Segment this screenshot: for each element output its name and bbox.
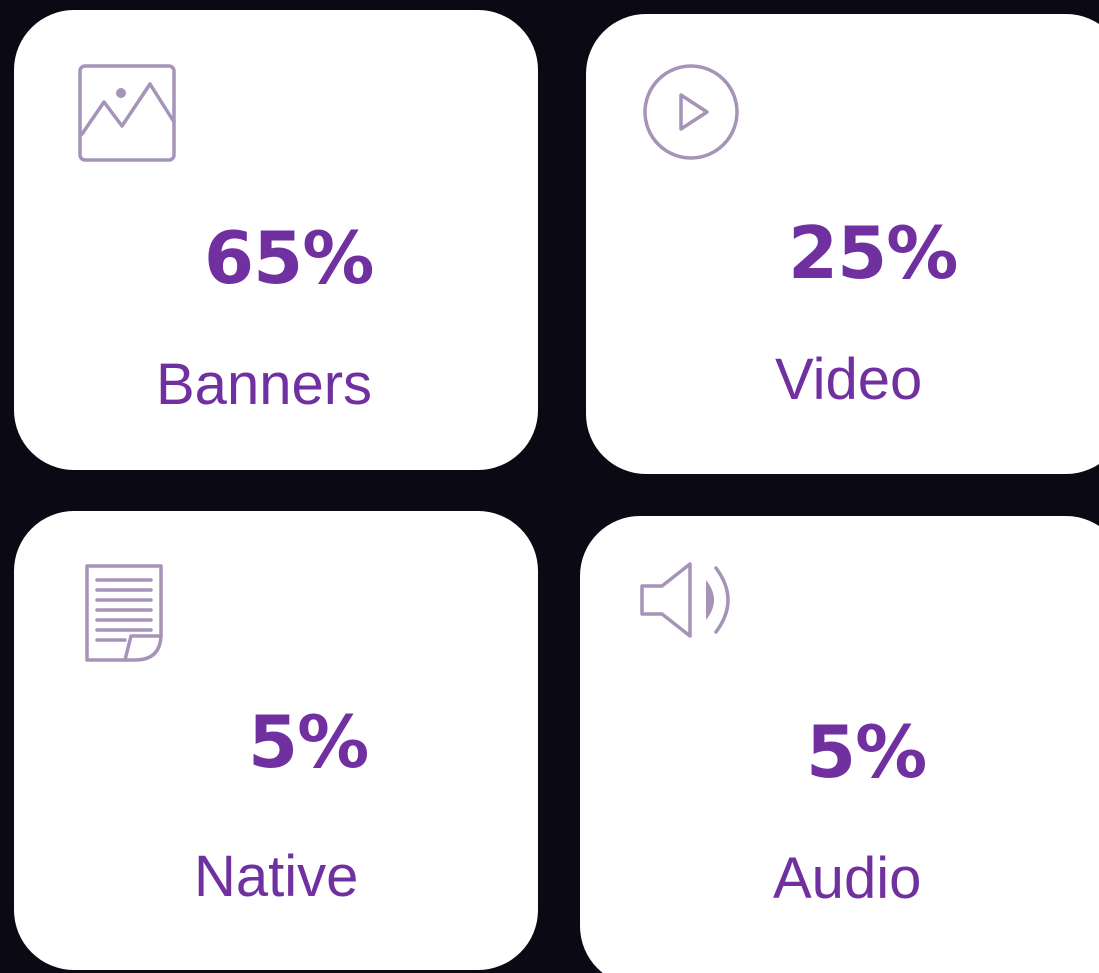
- native-label: Native: [194, 844, 359, 909]
- banners-label: Banners: [156, 352, 373, 417]
- video-percent: 25%: [788, 211, 958, 295]
- speaker-icon: [638, 560, 738, 640]
- banners-percent: 65%: [204, 216, 374, 300]
- audio-percent: 5%: [806, 710, 927, 794]
- audio-label: Audio: [773, 846, 922, 911]
- card-video: 25% Video: [586, 14, 1099, 474]
- card-banners: 65% Banners: [14, 10, 538, 470]
- card-native: 5% Native: [14, 511, 538, 970]
- video-label: Video: [775, 347, 923, 412]
- document-icon: [85, 564, 165, 664]
- ad-format-grid: 65% Banners 25% Video 5% Native 5% Audio: [0, 0, 1099, 973]
- play-icon: [642, 63, 740, 161]
- card-audio: 5% Audio: [580, 516, 1099, 973]
- image-icon: [78, 64, 176, 162]
- native-percent: 5%: [248, 700, 369, 784]
